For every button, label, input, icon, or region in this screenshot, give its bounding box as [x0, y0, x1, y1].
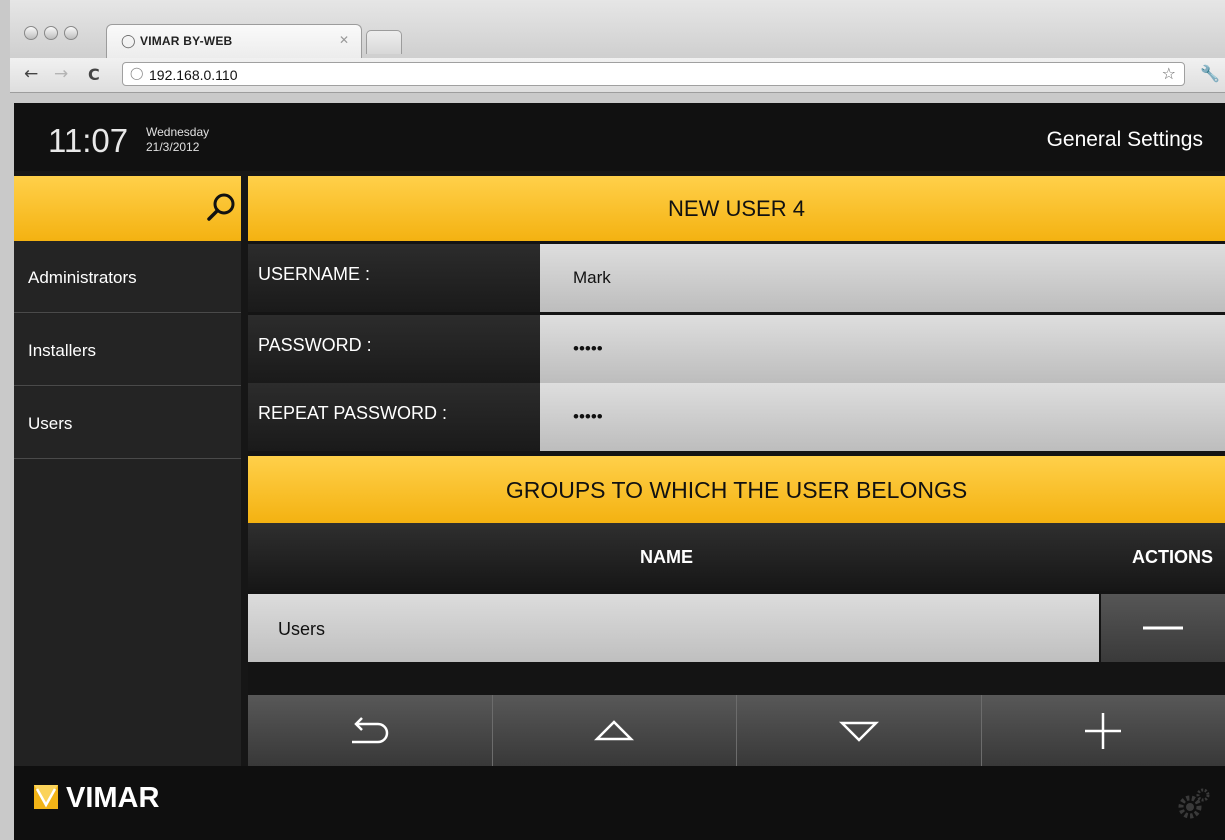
- vimar-logo-icon: [34, 785, 58, 809]
- wrench-icon[interactable]: 🔧: [1200, 64, 1220, 83]
- add-group-button[interactable]: [981, 695, 1225, 766]
- app-header: 11:07 Wednesday 21/3/2012 General Settin…: [14, 103, 1225, 171]
- address-bar[interactable]: ◯ 192.168.0.110 ☆: [122, 62, 1185, 86]
- minus-icon: [1143, 626, 1183, 630]
- group-name: Users: [278, 619, 326, 639]
- repeat-password-label: REPEAT PASSWORD :: [258, 403, 448, 423]
- action-toolbar: [248, 695, 1225, 766]
- groups-table-header: NAME ACTIONS: [248, 523, 1225, 591]
- back-arrow-icon[interactable]: ←: [24, 64, 38, 84]
- browser-tab[interactable]: ◯ VIMAR BY-WEB ✕: [106, 24, 362, 59]
- bookmark-star-icon[interactable]: ☆: [1162, 64, 1176, 83]
- repeat-password-row: REPEAT PASSWORD : •••••: [248, 383, 1225, 451]
- column-header-actions: ACTIONS: [1132, 547, 1213, 567]
- groups-title-bar: GROUPS TO WHICH THE USER BELONGS: [248, 456, 1225, 523]
- sidebar-item-label: Installers: [28, 341, 97, 360]
- password-field[interactable]: •••••: [540, 315, 1225, 383]
- app-window: 11:07 Wednesday 21/3/2012 General Settin…: [14, 103, 1225, 840]
- app-footer: VIMAR: [14, 766, 1225, 840]
- new-tab-button[interactable]: [366, 30, 402, 54]
- globe-icon: ◯: [121, 34, 136, 49]
- minimize-window-button[interactable]: [44, 26, 58, 40]
- username-field[interactable]: Mark: [540, 244, 1225, 312]
- page-title: General Settings: [1046, 128, 1203, 151]
- back-button[interactable]: [248, 695, 493, 766]
- plus-icon: [1085, 712, 1122, 749]
- sidebar-item-installers[interactable]: Installers: [14, 314, 241, 386]
- reload-icon[interactable]: C: [88, 65, 100, 84]
- scroll-up-button[interactable]: [492, 695, 737, 766]
- password-label: PASSWORD :: [258, 335, 372, 355]
- clock-time: 11:07: [48, 122, 129, 159]
- triangle-down-icon: [838, 721, 879, 742]
- repeat-password-field[interactable]: •••••: [540, 383, 1225, 451]
- table-row[interactable]: Users: [248, 594, 1225, 662]
- close-tab-icon[interactable]: ✕: [339, 33, 349, 47]
- sidebar-item-label: Administrators: [28, 268, 137, 287]
- tab-title: VIMAR BY-WEB: [140, 34, 233, 48]
- groups-title: GROUPS TO WHICH THE USER BELONGS: [505, 477, 968, 503]
- clock-date: 21/3/2012: [146, 140, 200, 154]
- clock-weekday: Wednesday: [146, 125, 210, 139]
- main-panel: NEW USER 4 USERNAME : Mark PASSWORD : ••…: [248, 176, 1225, 766]
- repeat-password-value: •••••: [573, 407, 603, 426]
- remove-group-button[interactable]: [1101, 594, 1225, 662]
- sidebar-search-bar[interactable]: [14, 176, 241, 241]
- form-title: NEW USER 4: [668, 196, 805, 221]
- window-controls: [24, 26, 78, 40]
- tab-strip: ◯ VIMAR BY-WEB ✕: [10, 0, 1225, 59]
- column-header-name: NAME: [640, 547, 693, 567]
- password-label-cell: PASSWORD :: [248, 315, 540, 383]
- username-label-cell: USERNAME :: [248, 244, 540, 312]
- password-row: PASSWORD : •••••: [248, 315, 1225, 383]
- sidebar: Administrators Installers Users: [14, 176, 241, 766]
- sidebar-item-users[interactable]: Users: [14, 387, 241, 459]
- url-text: 192.168.0.110: [149, 67, 238, 83]
- browser-toolbar: ← → C ◯ 192.168.0.110 ☆ 🔧: [10, 58, 1225, 93]
- search-icon[interactable]: [205, 191, 237, 223]
- triangle-up-icon: [594, 719, 635, 740]
- repeat-password-label-cell: REPEAT PASSWORD :: [248, 383, 540, 451]
- brand-name: VIMAR: [66, 782, 160, 814]
- browser-chrome: ◯ VIMAR BY-WEB ✕ ← → C ◯ 192.168.0.110 ☆…: [10, 0, 1225, 100]
- close-window-button[interactable]: [24, 26, 38, 40]
- group-name-cell: Users: [248, 594, 1099, 662]
- globe-icon: ◯: [130, 66, 144, 80]
- password-value: •••••: [573, 339, 603, 358]
- form-title-bar: NEW USER 4: [248, 176, 1225, 241]
- sidebar-item-label: Users: [28, 414, 73, 433]
- username-label: USERNAME :: [258, 264, 371, 284]
- username-row: USERNAME : Mark: [248, 244, 1225, 312]
- gear-icon[interactable]: [1177, 786, 1211, 820]
- return-arrow-icon: [351, 716, 388, 743]
- forward-arrow-icon[interactable]: →: [54, 64, 68, 84]
- scroll-down-button[interactable]: [737, 695, 982, 766]
- username-value: Mark: [573, 268, 611, 287]
- sidebar-item-administrators[interactable]: Administrators: [14, 241, 241, 313]
- zoom-window-button[interactable]: [64, 26, 78, 40]
